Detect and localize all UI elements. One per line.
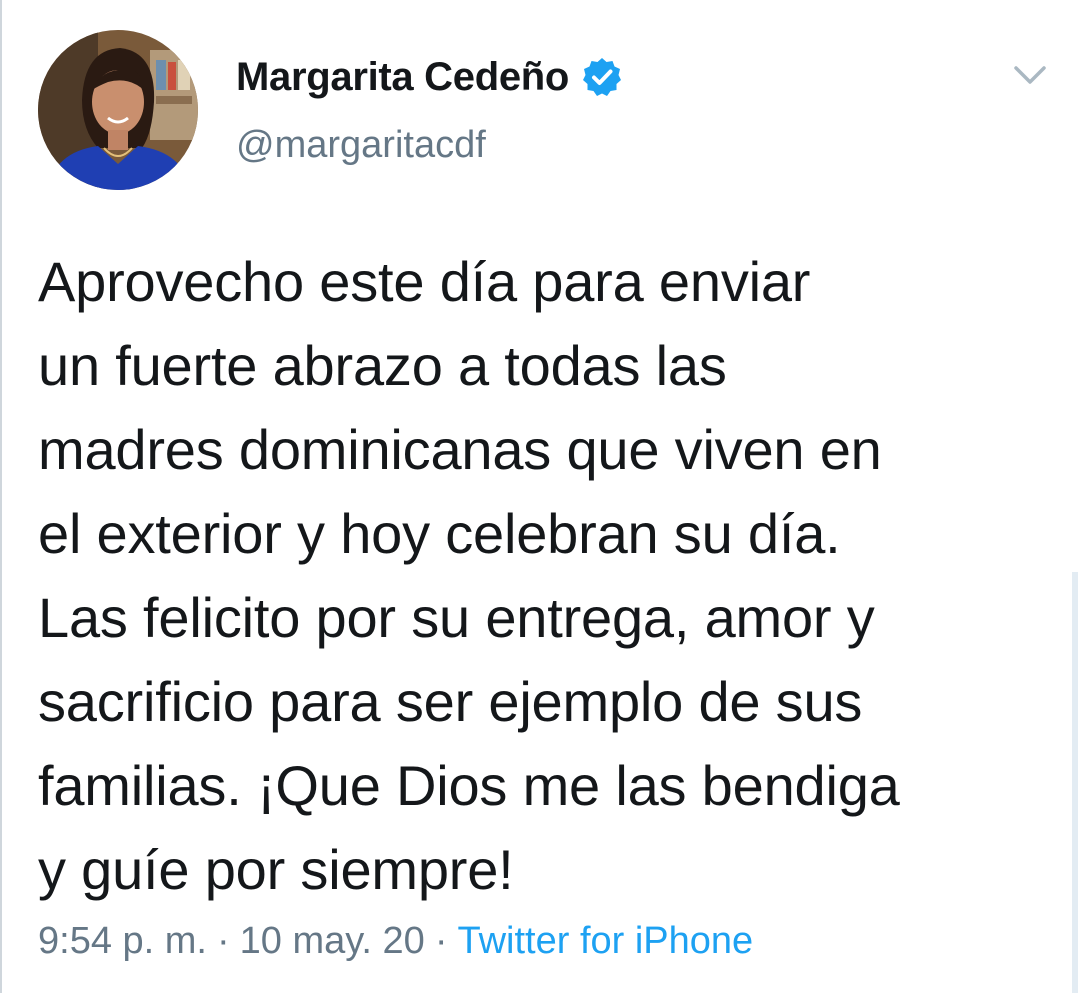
verified-badge-icon: [581, 56, 623, 98]
chevron-down-icon[interactable]: [1010, 60, 1050, 90]
scrollbar[interactable]: [1072, 572, 1078, 993]
tweet-text-line: el exterior y hoy celebran su día.: [38, 502, 841, 565]
tweet-date[interactable]: 10 may. 20: [240, 920, 425, 963]
tweet-text-line: un fuerte abrazo a todas las: [38, 334, 727, 397]
tweet-text-line: sacrificio para ser ejemplo de sus: [38, 670, 863, 733]
tweet-source-link[interactable]: Twitter for iPhone: [457, 920, 753, 963]
author-handle[interactable]: @margaritacdf: [236, 124, 486, 167]
author-name-row[interactable]: Margarita Cedeño: [236, 52, 623, 102]
tweet-text-line: Aprovecho este día para enviar: [38, 250, 811, 313]
tweet-time[interactable]: 9:54 p. m.: [38, 920, 207, 963]
profile-photo: [38, 30, 198, 190]
tweet-text-line: madres dominicanas que viven en: [38, 418, 882, 481]
avatar[interactable]: [38, 30, 198, 190]
tweet-body: Aprovecho este día para enviar un fuerte…: [38, 240, 1048, 912]
left-border: [0, 0, 2, 993]
author-display-name[interactable]: Margarita Cedeño: [236, 55, 569, 100]
tweet-text-line: Las felicito por su entrega, amor y: [38, 586, 875, 649]
tweet-meta: 9:54 p. m. · 10 may. 20 · Twitter for iP…: [38, 916, 753, 966]
tweet-text-line: y guíe por siempre!: [38, 838, 514, 901]
meta-separator: ·: [434, 919, 448, 962]
meta-separator: ·: [216, 919, 230, 962]
tweet-text-line: familias. ¡Que Dios me las bendiga: [38, 754, 900, 817]
